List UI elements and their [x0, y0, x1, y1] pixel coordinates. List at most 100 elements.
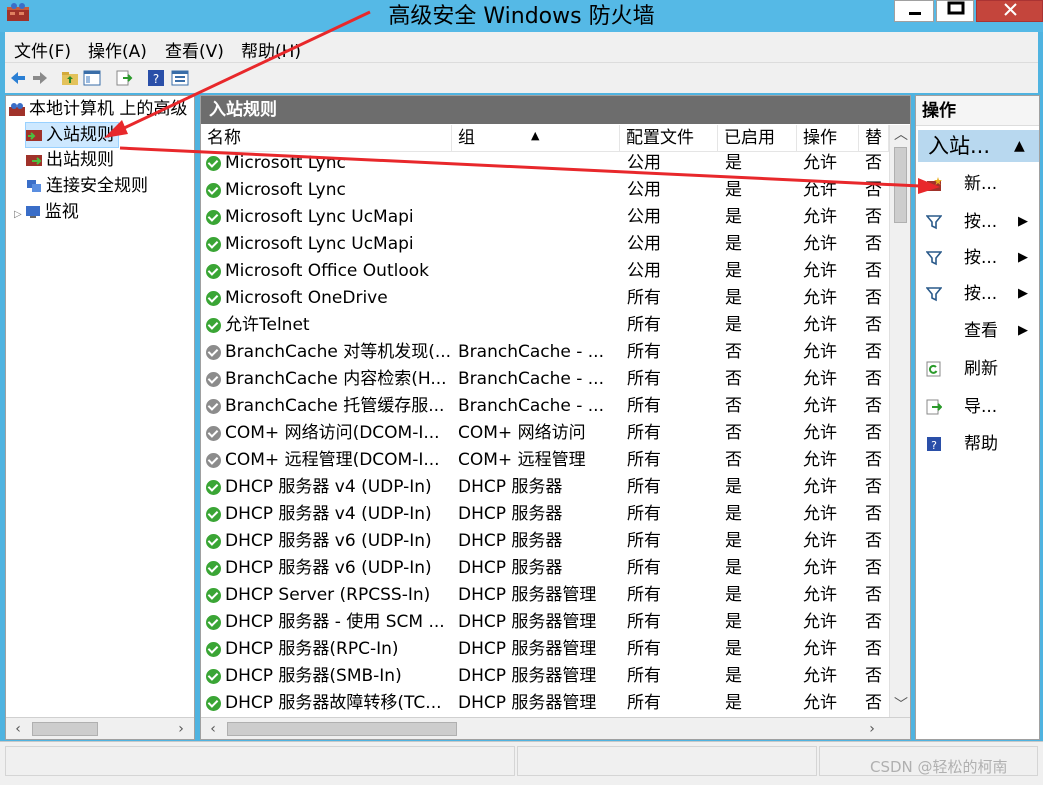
close-button[interactable] — [976, 0, 1043, 22]
tree-item-monitoring[interactable]: ▷ 监视 — [14, 200, 79, 224]
table-row[interactable]: Microsoft OneDrive 所有 是 允许 否 — [201, 285, 889, 312]
rules-vertical-scrollbar[interactable]: ︿ ﹀ — [889, 125, 910, 717]
watermark: CSDN @轻松的柯南 — [870, 758, 1008, 776]
table-row[interactable]: COM+ 网络访问(DCOM-I... COM+ 网络访问 所有 否 允许 否 — [201, 420, 889, 447]
cell-override: 否 — [865, 234, 882, 254]
expand-chevron-icon[interactable]: ▷ — [14, 209, 22, 220]
scroll-down-icon[interactable]: ﹀ — [890, 695, 910, 715]
tree-root[interactable]: 本地计算机 上的高级 — [9, 97, 187, 121]
cell-name: BranchCache 托管缓存服... — [225, 396, 445, 416]
rule-enabled-icon — [206, 264, 221, 279]
menu-view[interactable]: 查看(V) — [165, 37, 224, 62]
action-item[interactable]: 按... ▶ — [916, 243, 1039, 273]
export-icon — [926, 399, 942, 415]
cell-profile: 所有 — [627, 612, 661, 632]
back-icon[interactable] — [9, 69, 27, 87]
action-item[interactable]: 按... ▶ — [916, 207, 1039, 237]
action-item[interactable]: ? 帮助 — [916, 429, 1039, 459]
action-item-label: 刷新 — [964, 359, 998, 379]
action-item-label: 导... — [964, 397, 998, 417]
actions-group-inbound[interactable]: 入站... ▲ — [918, 130, 1039, 162]
show-hide-tree-icon[interactable] — [83, 69, 101, 87]
rule-enabled-icon — [206, 588, 221, 603]
cell-group: COM+ 网络访问 — [458, 423, 586, 443]
tree-item-connection-security-rules[interactable]: 连接安全规则 — [26, 174, 148, 198]
table-row[interactable]: Microsoft Lync UcMapi 公用 是 允许 否 — [201, 204, 889, 231]
menu-file[interactable]: 文件(F) — [14, 37, 71, 62]
scroll-left-icon[interactable]: ‹ — [202, 719, 224, 739]
column-header-override[interactable]: 替 — [859, 125, 889, 151]
table-row[interactable]: DHCP 服务器 v4 (UDP-In) DHCP 服务器 所有 是 允许 否 — [201, 474, 889, 501]
minimize-button[interactable] — [894, 0, 934, 22]
action-item[interactable]: 导... — [916, 392, 1039, 422]
cell-enabled: 否 — [725, 423, 742, 443]
table-row[interactable]: DHCP 服务器 v6 (UDP-In) DHCP 服务器 所有 是 允许 否 — [201, 528, 889, 555]
table-row[interactable]: BranchCache 对等机发现(... BranchCache - ... 所有… — [201, 339, 889, 366]
scroll-right-icon[interactable]: › — [861, 719, 883, 739]
rule-disabled-icon — [206, 345, 221, 360]
cell-name: BranchCache 内容检索(H... — [225, 369, 447, 389]
column-header-action[interactable]: 操作 — [797, 125, 859, 151]
help-icon[interactable]: ? — [147, 69, 165, 87]
cell-profile: 公用 — [627, 261, 661, 281]
cell-action: 允许 — [803, 531, 837, 551]
scrollbar-thumb[interactable] — [32, 722, 98, 736]
cell-action: 允许 — [803, 558, 837, 578]
scrollbar-thumb[interactable] — [894, 147, 907, 223]
menu-bar: 文件(F) 操作(A) 查看(V) 帮助(H) — [5, 32, 1038, 62]
action-item-label: 按... — [964, 284, 998, 304]
cell-profile: 所有 — [627, 558, 661, 578]
up-folder-icon[interactable] — [61, 69, 79, 87]
cell-action: 允许 — [803, 288, 837, 308]
cell-profile: 所有 — [627, 693, 661, 713]
table-row[interactable]: BranchCache 托管缓存服... BranchCache - ... 所有 否… — [201, 393, 889, 420]
cell-action: 允许 — [803, 639, 837, 659]
tree-horizontal-scrollbar[interactable]: ‹ › — [6, 717, 194, 739]
properties-icon[interactable] — [171, 69, 189, 87]
table-row[interactable]: Microsoft Office Outlook 公用 是 允许 否 — [201, 258, 889, 285]
export-list-icon[interactable] — [115, 69, 133, 87]
svg-text:?: ? — [153, 72, 159, 86]
column-header-profile[interactable]: 配置文件 — [620, 125, 718, 151]
forward-icon[interactable] — [31, 69, 49, 87]
cell-override: 否 — [865, 207, 882, 227]
cell-override: 否 — [865, 315, 882, 335]
menu-help[interactable]: 帮助(H) — [241, 37, 301, 62]
cell-action: 允许 — [803, 369, 837, 389]
cell-profile: 所有 — [627, 315, 661, 335]
table-row[interactable]: Microsoft Lync 公用 是 允许 否 — [201, 152, 889, 177]
maximize-button[interactable] — [936, 0, 974, 22]
rules-horizontal-scrollbar[interactable]: ‹ › — [201, 717, 910, 739]
cell-profile: 公用 — [627, 180, 661, 200]
table-row[interactable]: Microsoft Lync 公用 是 允许 否 — [201, 177, 889, 204]
tree-item-inbound-rules[interactable]: 入站规则 — [25, 122, 119, 148]
action-item[interactable]: 查看 ▶ — [916, 316, 1039, 346]
scrollbar-thumb[interactable] — [227, 722, 457, 736]
table-row[interactable]: DHCP 服务器 v6 (UDP-In) DHCP 服务器 所有 是 允许 否 — [201, 555, 889, 582]
table-row[interactable]: Microsoft Lync UcMapi 公用 是 允许 否 — [201, 231, 889, 258]
cell-enabled: 否 — [725, 369, 742, 389]
table-row[interactable]: COM+ 远程管理(DCOM-I... COM+ 远程管理 所有 否 允许 否 — [201, 447, 889, 474]
table-row[interactable]: DHCP Server (RPCSS-In) DHCP 服务器管理 所有 是 允许 否 — [201, 582, 889, 609]
action-item[interactable]: 新... — [916, 169, 1039, 199]
table-row[interactable]: DHCP 服务器 - 使用 SCM ... DHCP 服务器管理 所有 是 允许 否 — [201, 609, 889, 636]
table-row[interactable]: DHCP 服务器(SMB-In) DHCP 服务器管理 所有 是 允许 否 — [201, 663, 889, 690]
table-row[interactable]: DHCP 服务器 v4 (UDP-In) DHCP 服务器 所有 是 允许 否 — [201, 501, 889, 528]
tree-item-outbound-rules[interactable]: 出站规则 — [26, 148, 114, 172]
column-header-enabled[interactable]: 已启用 — [718, 125, 797, 151]
table-row[interactable]: 允许Telnet 所有 是 允许 否 — [201, 312, 889, 339]
cell-action: 允许 — [803, 342, 837, 362]
column-header-name[interactable]: 名称 — [201, 125, 452, 151]
scroll-left-icon[interactable]: ‹ — [7, 719, 29, 739]
table-row[interactable]: DHCP 服务器(RPC-In) DHCP 服务器管理 所有 是 允许 否 — [201, 636, 889, 663]
action-item[interactable]: 刷新 — [916, 354, 1039, 384]
tree-item-label: 入站规则 — [46, 125, 114, 145]
menu-action[interactable]: 操作(A) — [88, 37, 147, 62]
table-row[interactable]: DHCP 服务器故障转移(TC... DHCP 服务器管理 所有 是 允许 否 — [201, 690, 889, 717]
table-row[interactable]: BranchCache 内容检索(H... BranchCache - ... 所有… — [201, 366, 889, 393]
cell-override: 否 — [865, 369, 882, 389]
cell-action: 允许 — [803, 477, 837, 497]
scroll-up-icon[interactable]: ︿ — [890, 125, 910, 145]
action-item[interactable]: 按... ▶ — [916, 279, 1039, 309]
scroll-right-icon[interactable]: › — [170, 719, 192, 739]
